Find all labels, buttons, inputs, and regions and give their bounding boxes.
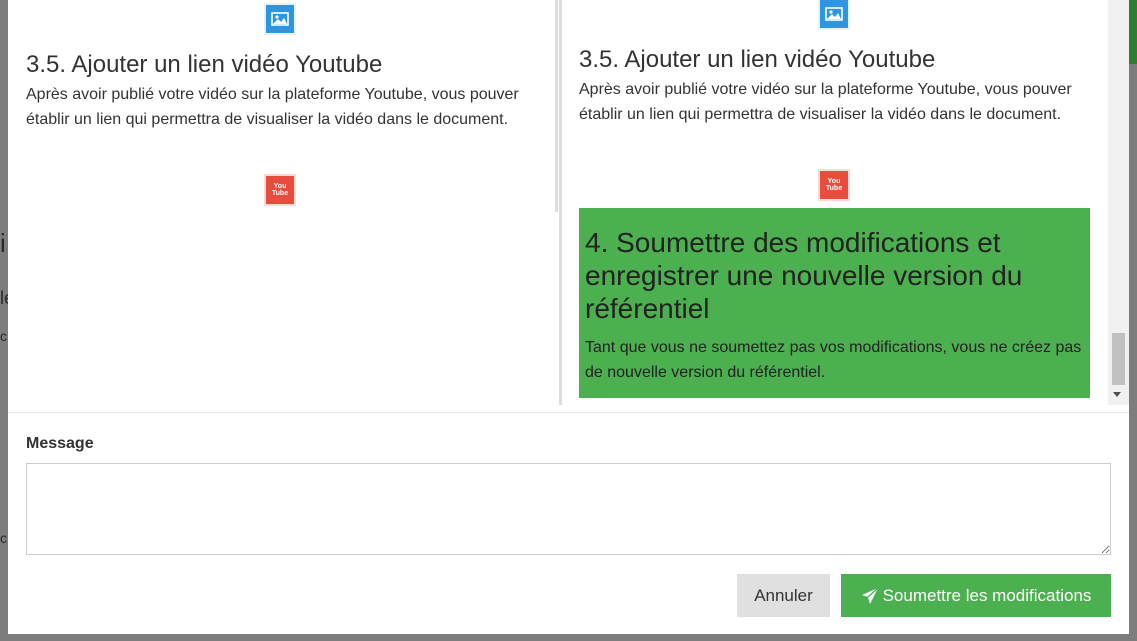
scrollbar[interactable]	[1108, 0, 1129, 405]
cancel-button-label: Annuler	[754, 585, 813, 605]
current-version-column: 3.5. Ajouter un lien vidéo Youtube Après…	[8, 0, 556, 405]
youtube-icon[interactable]: You Tube	[264, 174, 296, 206]
column-divider	[559, 0, 562, 405]
youtube-logo-text: You Tube	[271, 183, 289, 197]
column-divider	[555, 0, 558, 212]
background-text-fragment: i	[0, 228, 6, 258]
section-text: Après avoir publié votre vidéo sur la pl…	[26, 86, 519, 128]
section-title: 3.5. Ajouter un lien vidéo Youtube	[579, 46, 936, 73]
added-content-highlight: 4. Soumettre des modifications et enregi…	[579, 208, 1090, 398]
added-section-title: 4. Soumettre des modifications et enregi…	[585, 227, 1023, 324]
paper-plane-icon	[861, 587, 878, 604]
section-title: 3.5. Ajouter un lien vidéo Youtube	[26, 51, 383, 78]
background-text-fragment: c	[0, 530, 7, 546]
scrollbar-thumb[interactable]	[1112, 333, 1125, 385]
cancel-button[interactable]: Annuler	[737, 574, 830, 617]
submit-button-label: Soumettre les modifications	[882, 585, 1092, 605]
added-section-text: Tant que vous ne soumettez pas vos modif…	[585, 339, 1082, 381]
submit-changes-button[interactable]: Soumettre les modifications	[841, 574, 1111, 617]
youtube-icon[interactable]: You Tube	[818, 169, 850, 201]
separator	[8, 412, 1129, 413]
message-label: Message	[26, 435, 94, 452]
message-textarea[interactable]	[26, 463, 1111, 555]
section-text: Après avoir publié votre vidéo sur la pl…	[579, 81, 1072, 123]
scroll-down-arrow-icon[interactable]	[1113, 392, 1121, 397]
image-icon[interactable]	[818, 0, 850, 30]
compare-modal: 3.5. Ajouter un lien vidéo Youtube Après…	[8, 0, 1129, 634]
version-comparison: 3.5. Ajouter un lien vidéo Youtube Après…	[8, 0, 1129, 405]
background-text-fragment: c	[0, 328, 7, 344]
youtube-logo-text: You Tube	[825, 178, 843, 192]
background-header-bar	[1129, 0, 1137, 64]
image-icon[interactable]	[264, 3, 296, 35]
